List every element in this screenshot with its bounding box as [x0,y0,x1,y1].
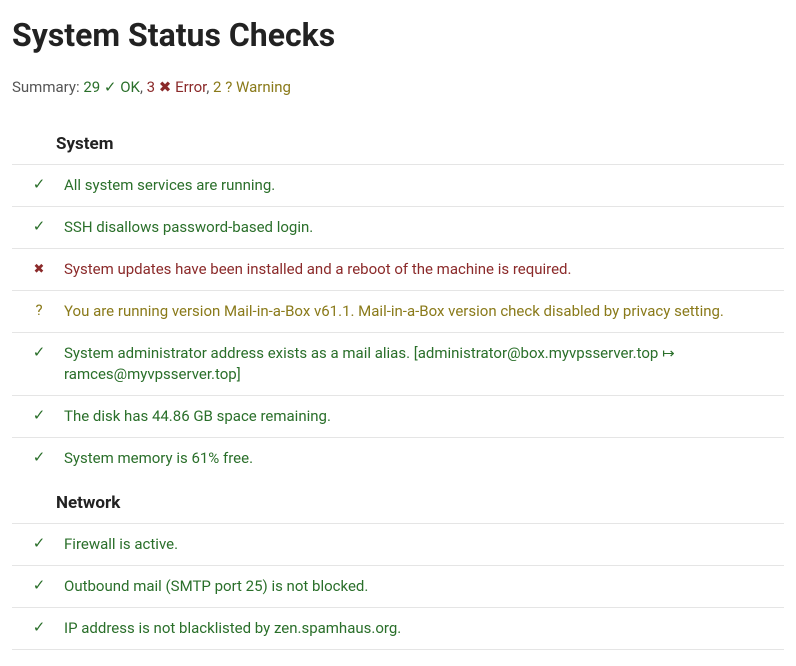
status-check-row: System updates have been installed and a… [12,249,784,291]
check-icon [33,343,46,361]
page-title: System Status Checks [12,16,784,54]
status-check-row: Outbound mail (SMTP port 25) is not bloc… [12,566,784,608]
status-check-message: SSH disallows password-based login. [56,207,784,249]
status-check-row: IP address is not blacklisted by zen.spa… [12,608,784,650]
status-check-row: The disk has 44.86 GB space remaining. [12,396,784,438]
status-check-row: You are running version Mail-in-a-Box v6… [12,291,784,333]
question-icon [35,301,42,319]
status-checks-table: SystemAll system services are running.SS… [12,120,784,650]
summary-ok: 29 ✓ OK [83,78,140,96]
status-check-message: Firewall is active. [56,524,784,566]
section-heading: Network [12,479,784,524]
check-icon [33,217,46,235]
check-icon [33,618,46,636]
check-icon [33,448,46,466]
status-summary: Summary: 29 ✓ OK, 3 ✖ Error, 2 ? Warning [12,78,784,96]
status-check-row: System memory is 61% free. [12,438,784,480]
check-icon [33,576,46,594]
summary-warning: 2 ? Warning [213,78,291,96]
status-check-message: Outbound mail (SMTP port 25) is not bloc… [56,566,784,608]
status-check-message: The disk has 44.86 GB space remaining. [56,396,784,438]
status-check-row: SSH disallows password-based login. [12,207,784,249]
status-check-row: Firewall is active. [12,524,784,566]
check-icon [33,406,46,424]
summary-error: 3 ✖ Error [147,78,207,96]
check-icon [33,175,46,193]
status-check-message: System memory is 61% free. [56,438,784,480]
status-check-message: IP address is not blacklisted by zen.spa… [56,608,784,650]
section-heading: System [12,120,784,165]
cross-icon [34,259,45,277]
summary-prefix: Summary: [12,78,83,96]
status-check-row: System administrator address exists as a… [12,333,784,396]
status-check-row: All system services are running. [12,165,784,207]
status-check-message: System administrator address exists as a… [56,333,784,396]
section-header: Network [12,479,784,524]
status-check-message: All system services are running. [56,165,784,207]
status-check-message: You are running version Mail-in-a-Box v6… [56,291,784,333]
status-check-message: System updates have been installed and a… [56,249,784,291]
section-header: System [12,120,784,165]
check-icon [33,534,46,552]
